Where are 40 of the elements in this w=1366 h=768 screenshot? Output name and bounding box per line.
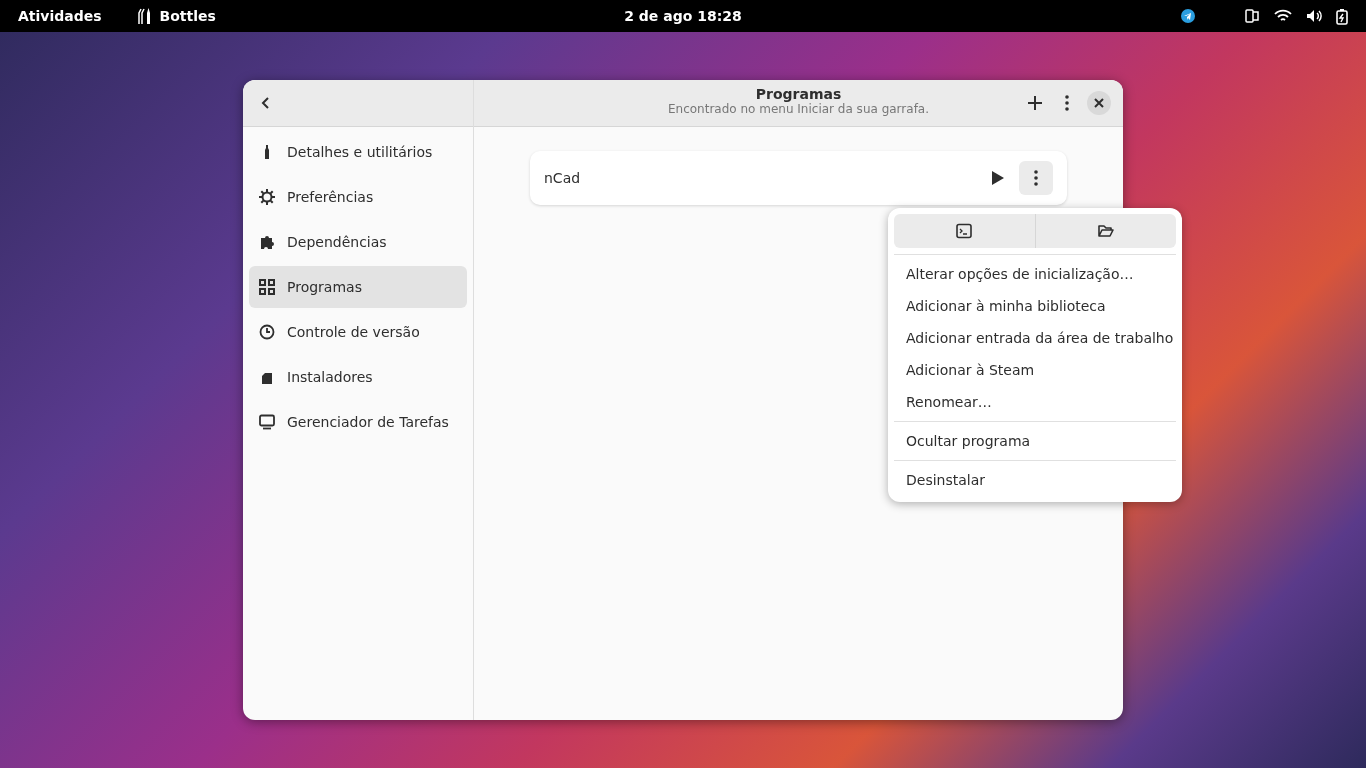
activities-button[interactable]: Atividades <box>18 8 102 24</box>
close-icon <box>1094 98 1104 108</box>
play-icon <box>991 170 1005 186</box>
app-name[interactable]: Bottles <box>159 8 216 24</box>
menu-item[interactable]: Adicionar entrada da área de trabalho <box>894 322 1176 354</box>
settings-icon <box>259 189 275 205</box>
menu-item[interactable]: Desinstalar <box>894 464 1176 496</box>
kebab-icon <box>1065 95 1069 111</box>
sidebar-item[interactable]: Instaladores <box>249 356 467 398</box>
menu-item[interactable]: Alterar opções de inicialização… <box>894 258 1176 290</box>
terminal-icon <box>956 223 973 239</box>
menu-item[interactable]: Renomear… <box>894 386 1176 418</box>
volume-icon[interactable] <box>1306 9 1322 23</box>
menu-item[interactable]: Ocultar programa <box>894 425 1176 457</box>
more-button[interactable] <box>1019 161 1053 195</box>
monitor-icon <box>259 414 275 430</box>
plus-icon <box>1027 95 1043 111</box>
grid-icon <box>259 279 275 295</box>
window-subtitle: Encontrado no menu Iniciar da sua garrafa. <box>667 102 930 116</box>
sidebar-item[interactable]: Preferências <box>249 176 467 218</box>
sidebar-item[interactable]: Programas <box>249 266 467 308</box>
folder-icon <box>1097 223 1114 239</box>
puzzle-icon <box>259 234 275 250</box>
sidebar-item[interactable]: Controle de versão <box>249 311 467 353</box>
sidebar-item[interactable]: Detalhes e utilitários <box>249 131 467 173</box>
wifi-icon[interactable] <box>1274 9 1292 23</box>
sidebar-item[interactable]: Gerenciador de Tarefas <box>249 401 467 443</box>
bottles-icon <box>137 7 152 25</box>
clock[interactable]: 2 de ago 18:28 <box>624 8 742 24</box>
close-button[interactable] <box>1087 91 1111 115</box>
screen-mirror-icon[interactable] <box>1244 8 1260 24</box>
battery-icon[interactable] <box>1336 7 1348 25</box>
menu-item[interactable]: Adicionar à minha biblioteca <box>894 290 1176 322</box>
sidebar-item[interactable]: Dependências <box>249 221 467 263</box>
window-title: Programas <box>755 86 842 102</box>
telegram-icon[interactable] <box>1180 8 1196 24</box>
clock-icon <box>259 324 275 340</box>
kebab-icon <box>1034 170 1038 186</box>
program-name: nCad <box>544 170 582 186</box>
menu-item[interactable]: Adicionar à Steam <box>894 354 1176 386</box>
